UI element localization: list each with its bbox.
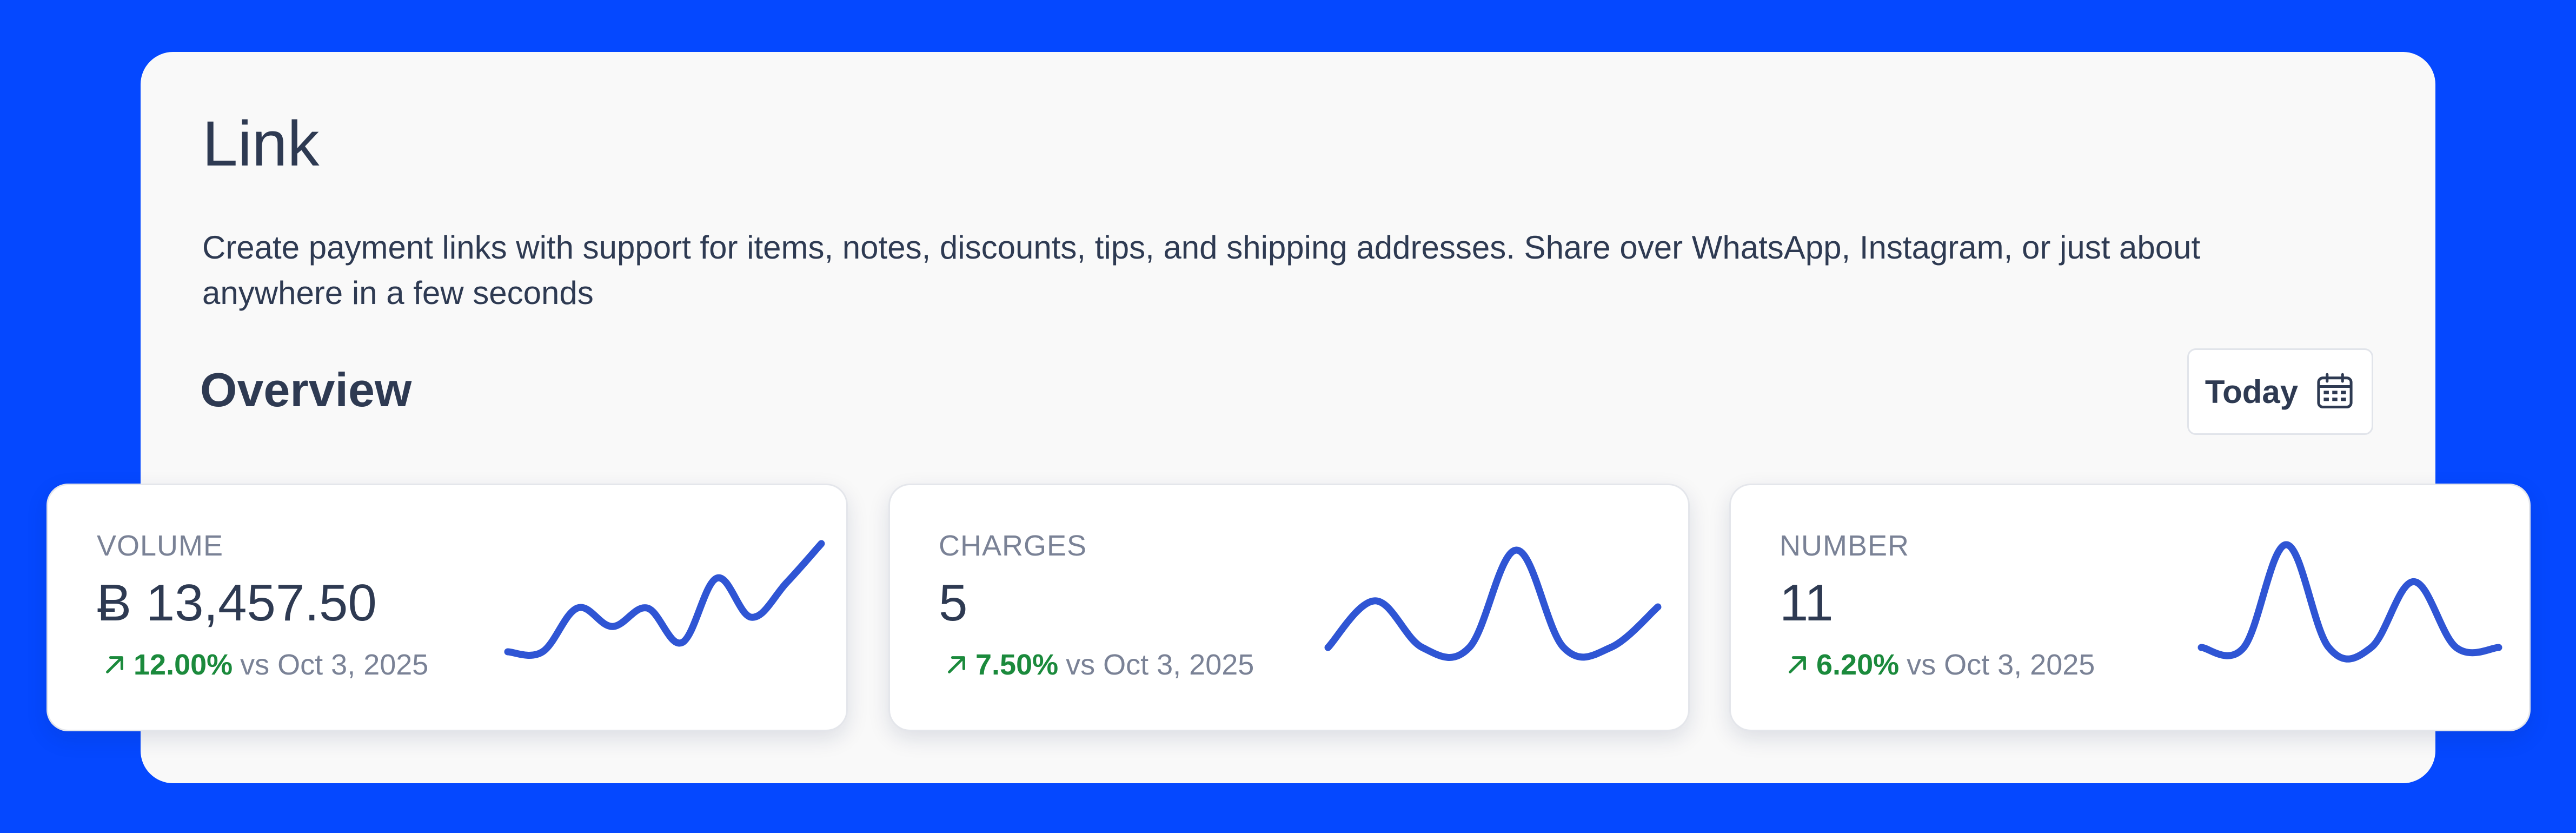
metric-change-compare: vs Oct 3, 2025	[240, 649, 429, 681]
metric-label: CHARGES	[939, 530, 1087, 562]
arrow-up-right-icon	[948, 656, 965, 673]
overview-heading: Overview	[200, 363, 412, 416]
metric-label: VOLUME	[97, 530, 224, 562]
metric-value: Ƀ 13,457.50	[97, 574, 377, 632]
metric-change-percent: 7.50%	[975, 649, 1059, 681]
metric-card-volume[interactable]: VOLUME Ƀ 13,457.50 12.00% vs Oct 3, 2025	[47, 484, 848, 731]
metric-change-compare: vs Oct 3, 2025	[1907, 649, 2095, 681]
sparkline-path	[1324, 546, 1662, 661]
sparkline-charges	[1324, 546, 1662, 661]
sparkline-path	[2197, 541, 2502, 663]
metric-change-percent: 12.00%	[134, 649, 233, 681]
sparkline-number	[2197, 541, 2502, 663]
metric-card-charges[interactable]: CHARGES 5 7.50% vs Oct 3, 2025	[888, 484, 1690, 731]
date-filter-label: Today	[2205, 373, 2299, 410]
metric-change: 7.50% vs Oct 3, 2025	[944, 647, 1254, 682]
metric-card-number[interactable]: NUMBER 11 6.20% vs Oct 3, 2025	[1729, 484, 2531, 731]
date-filter-button[interactable]: Today	[2187, 348, 2373, 435]
metric-change: 6.20% vs Oct 3, 2025	[1785, 647, 2095, 682]
metric-label: NUMBER	[1780, 530, 1910, 562]
metric-value: 5	[939, 574, 968, 632]
metric-value: 11	[1780, 574, 1834, 632]
sparkline-volume	[504, 540, 825, 659]
metric-change-percent: 6.20%	[1816, 649, 1900, 681]
arrow-up-right-icon	[106, 656, 123, 673]
metric-change-compare: vs Oct 3, 2025	[1066, 649, 1254, 681]
arrow-up-right-icon	[1789, 656, 1806, 673]
sparkline-path	[504, 540, 825, 659]
page-description: Create payment links with support for it…	[202, 229, 2201, 311]
page-title: Link	[202, 108, 320, 180]
calendar-icon	[2317, 373, 2353, 409]
metric-change: 12.00% vs Oct 3, 2025	[102, 647, 428, 682]
